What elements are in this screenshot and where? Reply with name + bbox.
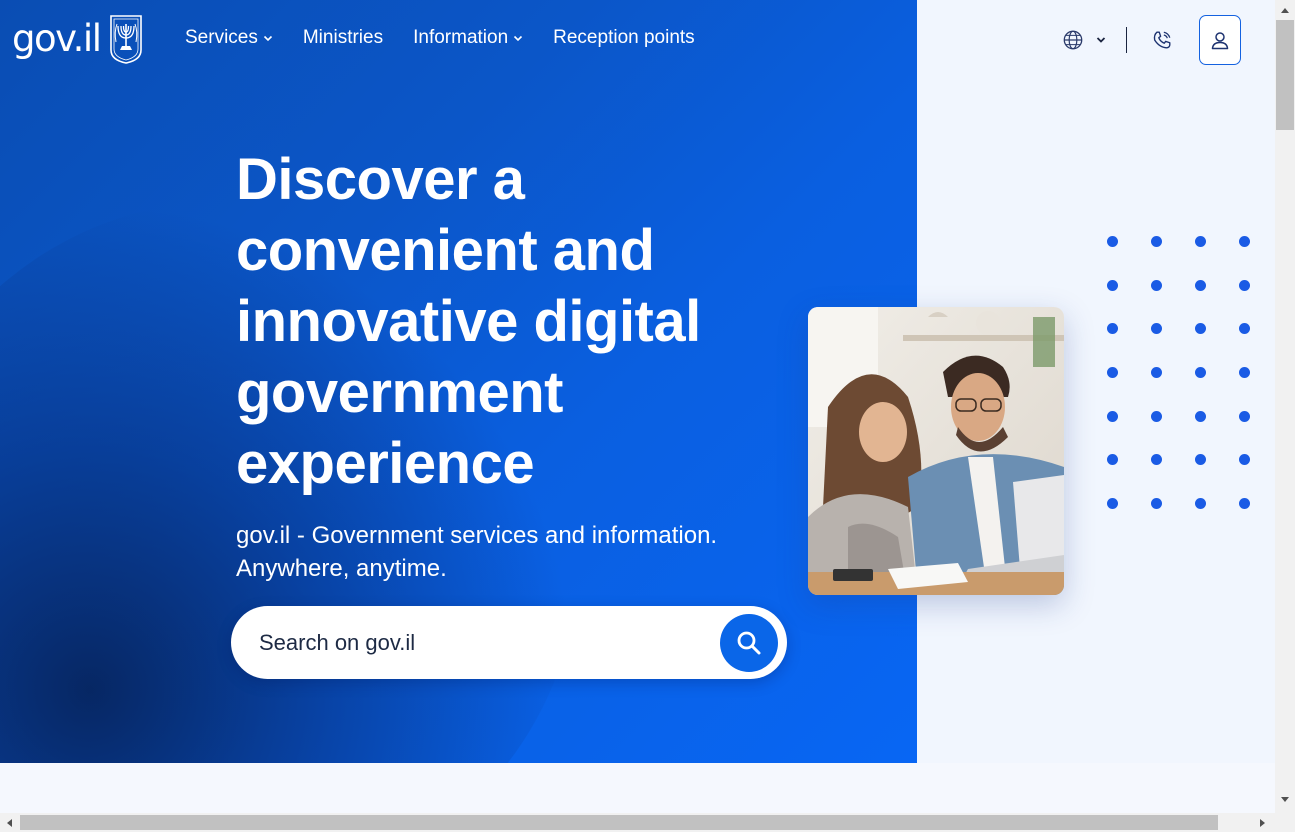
chevron-down-icon [514, 35, 523, 42]
dot [1239, 279, 1250, 291]
viewport: gov.il Services Ministries Information R… [0, 0, 1275, 813]
scroll-up-arrow-icon[interactable] [1279, 6, 1291, 14]
dot [1151, 454, 1162, 466]
dot [1239, 410, 1250, 422]
dot [1195, 279, 1206, 291]
vertical-scrollbar-thumb[interactable] [1276, 20, 1294, 130]
hero-title: Discover a convenient and innovative dig… [236, 144, 796, 499]
dot [1151, 410, 1162, 422]
hero-subtitle: gov.il - Government services and informa… [236, 519, 796, 585]
hero-subtitle-line: Anywhere, anytime. [236, 555, 447, 582]
dot [1239, 323, 1250, 335]
globe-icon [1063, 30, 1083, 50]
horizontal-scrollbar-thumb[interactable] [20, 815, 1218, 830]
user-icon [1211, 32, 1229, 50]
hero-title-line: innovative digital [236, 289, 701, 354]
dot [1195, 236, 1206, 247]
nav-ministries[interactable]: Ministries [303, 27, 383, 49]
dot [1195, 498, 1206, 510]
nav-services[interactable]: Services [185, 27, 273, 49]
hero-title-line: convenient and [236, 218, 655, 283]
nav-services-label: Services [185, 27, 258, 48]
user-login-button[interactable] [1199, 15, 1241, 65]
chevron-down-icon [1096, 37, 1106, 43]
nav-information[interactable]: Information [413, 27, 523, 49]
nav-ministries-label: Ministries [302, 27, 384, 48]
logo-text: gov.il [12, 17, 102, 60]
scroll-down-arrow-icon[interactable] [1279, 796, 1291, 804]
dot [1195, 367, 1206, 379]
dot [1239, 498, 1250, 510]
hero-title-line: government [236, 360, 563, 425]
dot [1195, 410, 1206, 422]
dot [1107, 323, 1118, 335]
dot [1107, 279, 1118, 291]
hero-subtitle-line: gov.il - Government services and informa… [236, 522, 718, 549]
header-divider [1126, 27, 1127, 53]
nav-reception-points-label: Reception points [553, 27, 695, 48]
dot [1151, 323, 1162, 335]
dot [1151, 236, 1162, 247]
search-button[interactable] [720, 614, 778, 672]
hero-photo [808, 307, 1064, 595]
search-input[interactable] [259, 629, 699, 656]
dot [1107, 454, 1118, 466]
chevron-down-icon [263, 35, 272, 42]
dot [1151, 498, 1162, 510]
dot [1107, 367, 1118, 379]
search-bar [231, 606, 787, 679]
dot [1239, 236, 1250, 247]
gov-il-logo[interactable]: gov.il [12, 12, 144, 64]
scroll-left-arrow-icon[interactable] [5, 817, 13, 829]
decorative-dot-grid [1107, 236, 1275, 542]
hero-title-line: Discover a [236, 147, 525, 212]
dot [1239, 454, 1250, 466]
scroll-right-arrow-icon[interactable] [1259, 817, 1267, 829]
state-emblem-icon [110, 15, 143, 64]
dot [1107, 410, 1118, 422]
search-icon [737, 631, 761, 655]
dot [1195, 454, 1206, 466]
dot [1151, 279, 1162, 291]
dot [1107, 498, 1118, 510]
dot [1239, 367, 1250, 379]
next-section [0, 763, 1275, 813]
dot [1151, 367, 1162, 379]
nav-information-label: Information [413, 27, 509, 48]
nav-reception-points[interactable]: Reception points [553, 27, 695, 49]
phone-icon[interactable] [1151, 29, 1173, 51]
header-actions [1062, 15, 1241, 65]
hero-title-line: experience [236, 431, 535, 496]
couple-at-laptop-image [808, 307, 1064, 595]
dot [1195, 323, 1206, 335]
language-selector[interactable] [1062, 29, 1106, 51]
dot [1107, 236, 1118, 247]
main-nav: Services Ministries Information Receptio… [185, 27, 695, 49]
